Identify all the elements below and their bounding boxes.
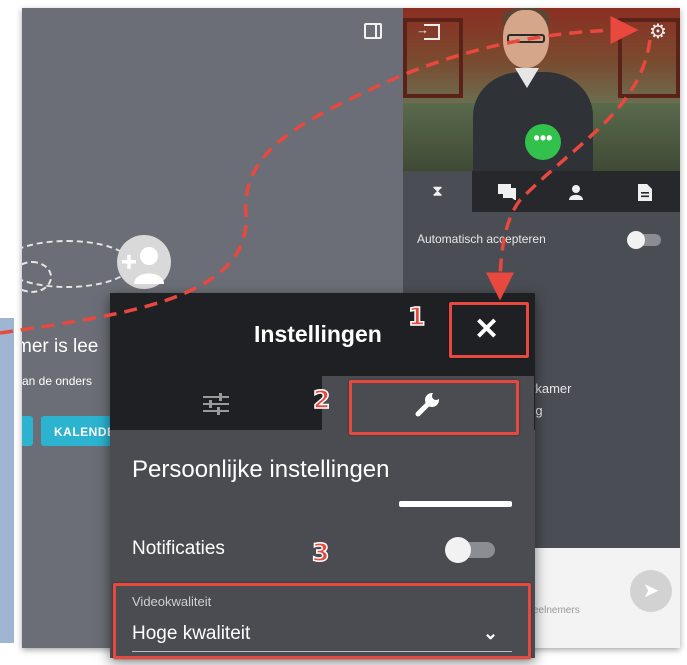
empty-room-title: mer is lee [22,336,99,357]
document-icon[interactable] [610,171,679,212]
add-user-icon [117,235,171,289]
enter-icon[interactable] [416,22,440,40]
auto-accept-label: Automatisch accepteren [417,232,546,246]
send-button[interactable]: ➤ [630,570,672,612]
more-options-button[interactable]: ••• [525,124,561,160]
highlight-personal-tab [349,380,519,435]
self-video: ⚙ ••• [403,8,680,171]
sliders-icon [203,393,229,416]
tab-indicator [399,501,512,507]
step-number-1: 1 [407,301,426,332]
chat-placeholder: eelnemers [533,605,580,616]
invite-button[interactable] [22,416,33,446]
hourglass-icon[interactable]: ⧗ [403,171,472,212]
panel-tabs: ⧗ [403,171,680,212]
gear-icon[interactable]: ⚙ [649,22,667,42]
step-number-3: 3 [311,537,330,568]
notifications-label: Notificaties [132,538,225,559]
auto-accept-toggle[interactable] [627,231,661,249]
dialog-title: Instellingen [254,321,382,347]
screenshot-stage: mer is lee van de onders KALENDE ⚙ ••• ⧗ [0,0,687,665]
highlight-close [449,302,529,358]
background-strip [0,318,14,643]
highlight-video-quality [113,583,531,659]
section-title: Persoonlijke instellingen [132,456,390,483]
notifications-toggle[interactable] [445,537,495,563]
chat-icon[interactable] [472,171,541,212]
person-icon[interactable] [541,171,610,212]
empty-room-subtitle: van de onders [22,374,93,388]
tab-general[interactable] [110,376,322,430]
toggle-panel-icon[interactable] [364,23,382,39]
step-number-2: 2 [312,384,331,415]
